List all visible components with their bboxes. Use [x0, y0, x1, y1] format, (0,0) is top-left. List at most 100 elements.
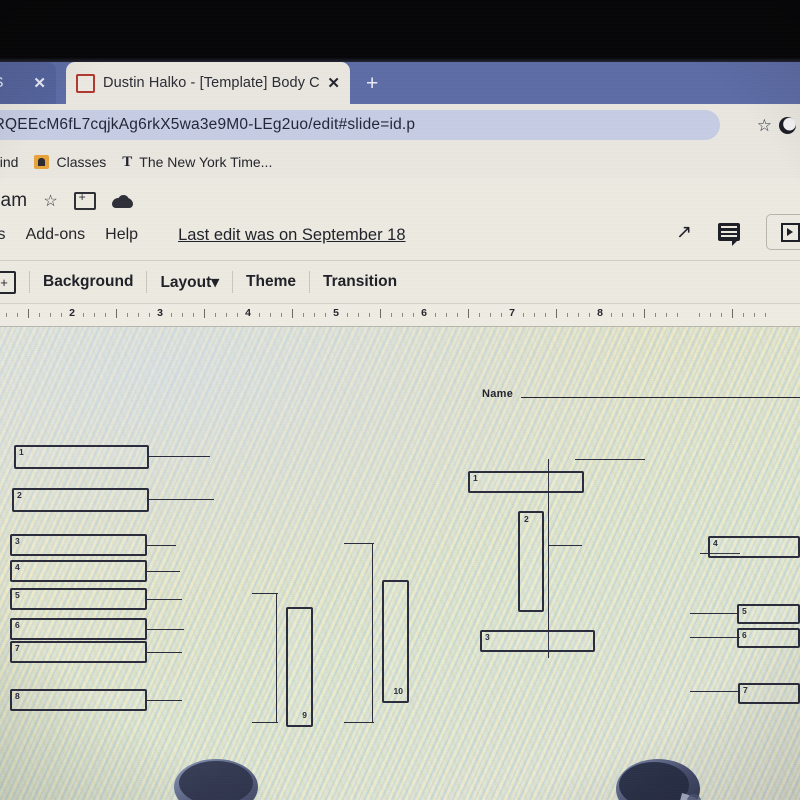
label-box-2[interactable]: 2	[12, 488, 149, 512]
ruler-tick	[204, 309, 205, 318]
lateral-body-cavity-figure	[616, 759, 701, 800]
address-bar[interactable]: e7RQEEcM6fL7cqjkAg6rkX5wa3e9M0-LEg2uo/ed…	[0, 110, 720, 140]
label-box-10[interactable]: 10	[382, 580, 409, 703]
ruler-tick	[193, 313, 194, 317]
ruler-tick	[17, 313, 18, 317]
trending-icon[interactable]: ↗	[676, 221, 692, 244]
label-box-number: 4	[713, 538, 718, 548]
layout-label: Layout	[160, 273, 212, 291]
label-box-r3[interactable]: 3	[480, 630, 595, 652]
toolbar-divider	[146, 271, 148, 293]
menu-tools[interactable]: ls	[0, 226, 6, 244]
label-box-r7[interactable]: 7	[738, 683, 800, 704]
ruler-tick	[259, 313, 260, 317]
layout-button[interactable]: Layout▾	[160, 273, 219, 292]
ruler-tick	[61, 313, 62, 317]
bookmark-item-classes[interactable]: Classes	[34, 154, 106, 170]
label-box-1[interactable]: 1	[14, 445, 149, 469]
anterior-body-cavity-figure	[174, 759, 258, 800]
page-title[interactable]: ram	[0, 190, 27, 212]
ruler-tick	[50, 313, 51, 317]
label-box-9[interactable]: 9	[286, 607, 313, 727]
leader-bracket	[252, 722, 278, 724]
ruler-tick	[281, 313, 282, 317]
ruler-number: 3	[157, 307, 163, 319]
ruler-tick	[611, 313, 612, 317]
move-to-folder-icon[interactable]	[73, 190, 96, 210]
url-text: e7RQEEcM6fL7cqjkAg6rkX5wa3e9M0-LEg2uo/ed…	[0, 116, 416, 133]
ruler-tick	[226, 313, 227, 317]
theme-button[interactable]: Theme	[246, 273, 296, 291]
label-box-r6[interactable]: 6	[737, 628, 800, 648]
ruler-tick	[479, 313, 480, 317]
ruler-tick	[83, 313, 84, 317]
bookmark-star-icon[interactable]: ☆	[757, 116, 772, 136]
ruler-tick	[732, 309, 733, 318]
ruler-tick	[391, 313, 392, 317]
comment-icon[interactable]	[718, 223, 740, 246]
close-icon[interactable]: ✕	[33, 76, 46, 91]
menu-help[interactable]: Help	[105, 226, 138, 244]
leader-line	[690, 637, 740, 639]
ruler-tick	[94, 313, 95, 317]
leader-line	[146, 545, 176, 547]
label-box-r5[interactable]: 5	[737, 604, 800, 624]
label-box-5[interactable]: 5	[10, 588, 147, 610]
leader-bracket	[372, 543, 374, 723]
screen-photo: ody S ✕ Dustin Halko - [Template] Body C…	[0, 0, 800, 800]
slide-canvas[interactable]: Name 1 2 3 4 5 6 7 8 9 10 1 2 3 4 5 6 7	[0, 325, 800, 800]
horizontal-ruler[interactable]: 12345678	[0, 303, 800, 327]
browser-tab-active[interactable]: Dustin Halko - [Template] Body C ✕	[66, 62, 350, 104]
slides-toolbar: + Background Layout▾ Theme Transition	[0, 260, 800, 303]
ruler-tick	[292, 309, 293, 318]
label-box-r1[interactable]: 1	[468, 471, 584, 493]
ruler-tick	[578, 313, 579, 317]
label-box-r4[interactable]: 4	[708, 536, 800, 558]
url-bar-row: e7RQEEcM6fL7cqjkAg6rkX5wa3e9M0-LEg2uo/ed…	[0, 104, 800, 146]
leader-line	[148, 499, 214, 501]
ruler-tick	[325, 313, 326, 317]
browser-chrome: ody S ✕ Dustin Halko - [Template] Body C…	[0, 58, 800, 178]
label-box-4[interactable]: 4	[10, 560, 147, 582]
ruler-tick	[622, 313, 623, 317]
classes-icon	[34, 155, 50, 169]
bookmark-item-nyt[interactable]: T The New York Time...	[122, 154, 272, 171]
name-field-group: Name	[482, 388, 800, 400]
label-box-r2[interactable]: 2	[518, 511, 544, 612]
label-box-number: 7	[743, 685, 748, 695]
profile-avatar-icon[interactable]	[779, 117, 796, 134]
label-box-7[interactable]: 7	[10, 641, 147, 663]
leader-line	[690, 613, 738, 615]
label-box-number: 10	[393, 686, 403, 697]
label-box-8[interactable]: 8	[10, 689, 147, 711]
ruler-tick	[105, 313, 106, 317]
new-tab-button[interactable]: +	[366, 72, 378, 96]
star-icon[interactable]: ☆	[43, 191, 57, 211]
menu-addons[interactable]: Add-ons	[26, 226, 86, 244]
bookmark-item[interactable]: nind	[0, 154, 18, 170]
ruler-number: 5	[333, 307, 339, 319]
ruler-tick	[567, 313, 568, 317]
ruler-tick	[523, 313, 524, 317]
ruler-tick	[127, 313, 128, 317]
ruler-tick	[138, 313, 139, 317]
label-box-3[interactable]: 3	[10, 534, 147, 556]
transition-button[interactable]: Transition	[323, 273, 397, 291]
background-button[interactable]: Background	[43, 273, 133, 291]
browser-tab-inactive[interactable]: ody S ✕	[0, 62, 56, 104]
name-input[interactable]	[521, 397, 800, 398]
ruler-tick	[303, 313, 304, 317]
close-icon[interactable]: ✕	[327, 76, 340, 91]
name-label: Name	[482, 388, 514, 400]
last-edit-link[interactable]: Last edit was on September 18	[178, 226, 405, 245]
ruler-tick	[666, 313, 667, 317]
present-button[interactable]	[766, 214, 800, 250]
slides-icon	[76, 73, 95, 93]
ruler-tick	[655, 313, 656, 317]
ruler-tick	[182, 313, 183, 317]
label-box-6[interactable]: 6	[10, 618, 147, 640]
new-slide-icon[interactable]: +	[0, 270, 16, 294]
ruler-tick	[589, 313, 590, 317]
bookmarks-bar: nind Classes T The New York Time...	[0, 146, 800, 178]
leader-line	[148, 456, 210, 458]
